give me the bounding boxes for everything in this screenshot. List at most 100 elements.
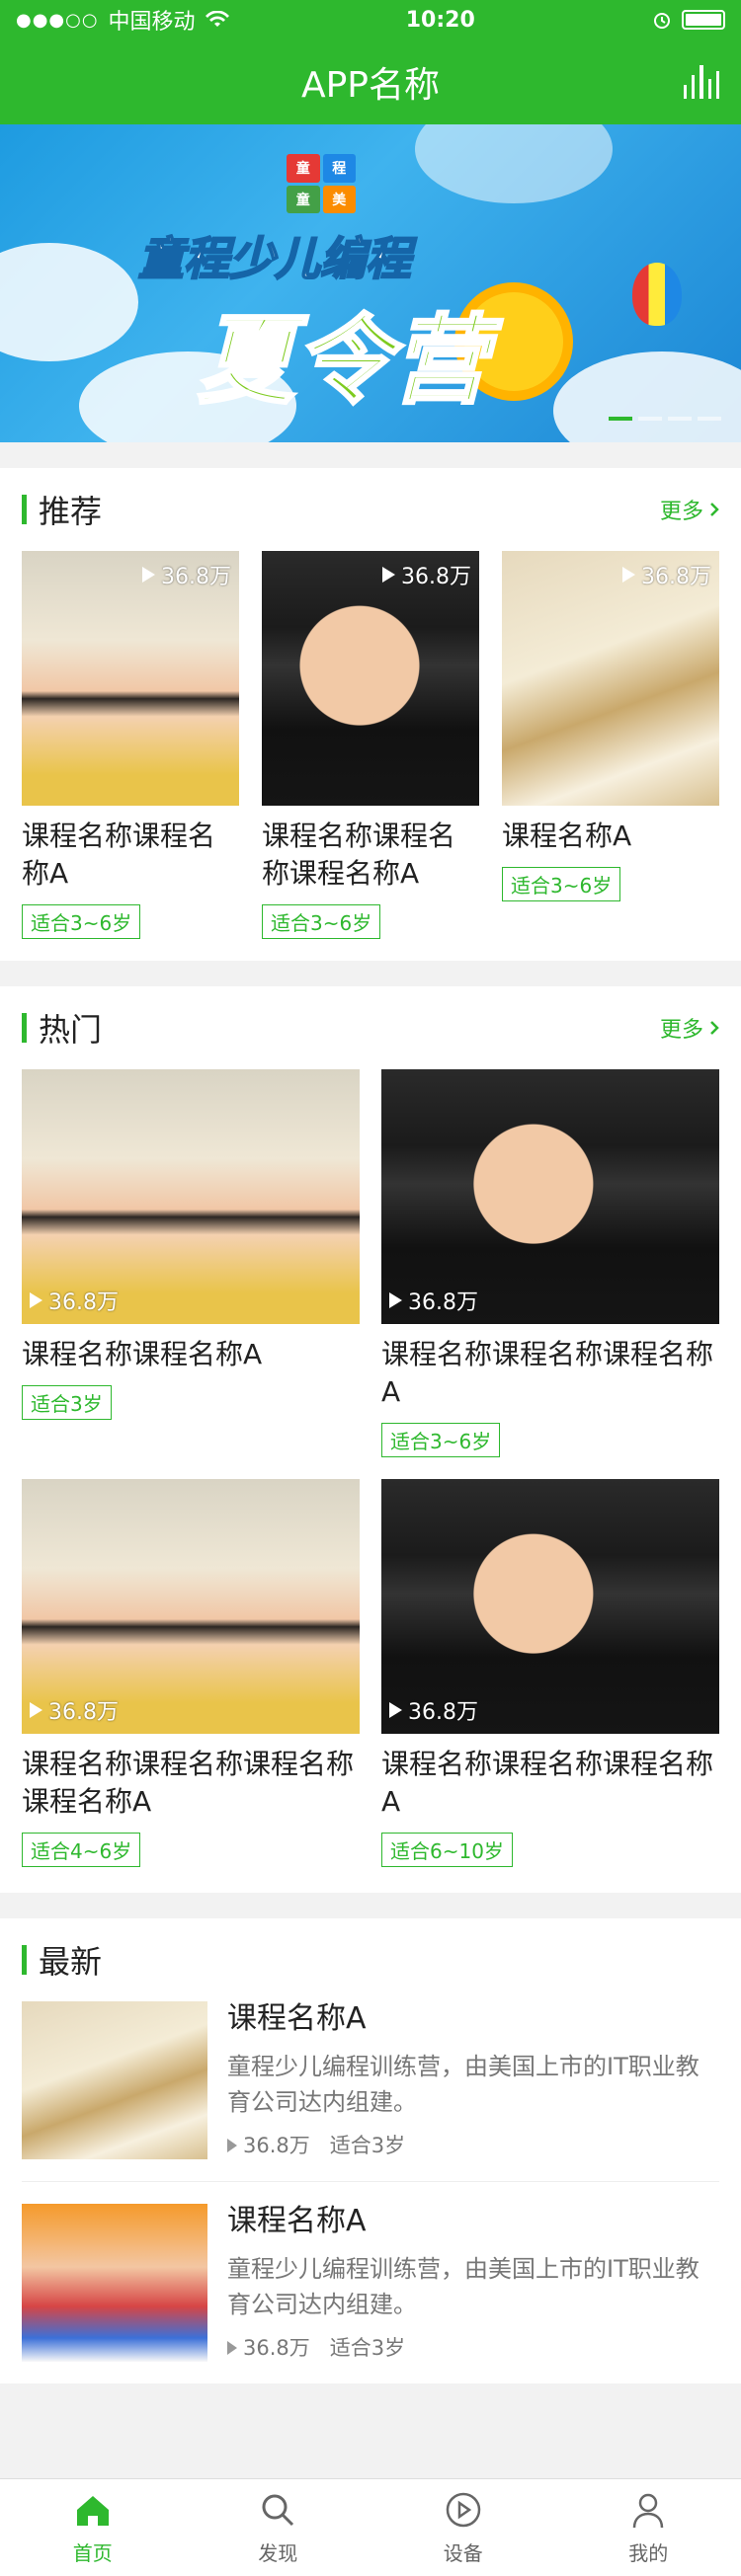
course-title: 课程名称课程名称A bbox=[22, 820, 216, 890]
section-title: 热门 bbox=[22, 1005, 102, 1051]
views-count: 36.8万 bbox=[161, 565, 231, 589]
course-image: 36.8万 bbox=[502, 551, 719, 806]
views-meta: 36.8万 bbox=[227, 2332, 310, 2362]
user-icon bbox=[633, 2493, 664, 2528]
age-tag: 适合4~6岁 bbox=[22, 1833, 141, 1867]
banner-carousel[interactable]: 童 程 童 美 童程少儿编程 夏令营 bbox=[0, 124, 741, 442]
tab-mine[interactable]: 我的 bbox=[556, 2479, 741, 2576]
views-count: 36.8万 bbox=[243, 2134, 310, 2157]
carrier-label: 中国移动 bbox=[108, 10, 196, 35]
play-icon bbox=[227, 2139, 237, 2152]
course-title: 课程名称课程名称课程名称A bbox=[262, 820, 456, 890]
carousel-dot[interactable] bbox=[668, 417, 692, 421]
course-card[interactable]: 36.8万 课程名称课程名称课程名称A 适合3~6岁 bbox=[381, 1069, 719, 1457]
views-badge: 36.8万 bbox=[142, 559, 231, 590]
play-icon bbox=[389, 1292, 402, 1308]
course-card[interactable]: 36.8万 课程名称课程名称课程名称A 适合3~6岁 bbox=[262, 551, 479, 939]
course-card[interactable]: 36.8万 课程名称A 适合3~6岁 bbox=[502, 551, 719, 939]
alarm-icon bbox=[653, 13, 670, 29]
views-badge: 36.8万 bbox=[382, 559, 471, 590]
course-image bbox=[22, 2001, 207, 2159]
section-header: 最新 bbox=[22, 1918, 719, 2001]
list-item[interactable]: 课程名称A 童程少儿编程训练营，由美国上市的IT职业教育公司达内组建。 36.8… bbox=[22, 2182, 719, 2383]
play-icon bbox=[227, 2341, 237, 2355]
course-image: 36.8万 bbox=[262, 551, 479, 806]
tab-discover[interactable]: 发现 bbox=[186, 2479, 371, 2576]
cloud-decoration bbox=[553, 351, 741, 442]
more-link[interactable]: 更多 bbox=[660, 1012, 719, 1044]
course-image: 36.8万 bbox=[22, 1069, 360, 1324]
recommend-section: 推荐 更多 36.8万 课程名称课程名称A 适合3~6岁 36.8万 课程名称课… bbox=[0, 468, 741, 961]
chevron-right-icon bbox=[710, 503, 719, 516]
views-badge: 36.8万 bbox=[30, 1694, 119, 1726]
play-icon bbox=[142, 567, 155, 583]
course-image: 36.8万 bbox=[22, 551, 239, 806]
list-item[interactable]: 课程名称A 童程少儿编程训练营，由美国上市的IT职业教育公司达内组建。 36.8… bbox=[22, 2001, 719, 2182]
stats-icon[interactable] bbox=[684, 65, 720, 99]
more-label: 更多 bbox=[659, 1018, 703, 1043]
carousel-dot[interactable] bbox=[609, 417, 632, 421]
carousel-dot[interactable] bbox=[698, 417, 721, 421]
logo-char: 美 bbox=[322, 185, 356, 213]
views-count: 36.8万 bbox=[48, 1700, 119, 1725]
banner-logo: 童 程 童 美 bbox=[287, 154, 356, 213]
battery-icon bbox=[681, 10, 725, 30]
nav-bar: APP名称 bbox=[0, 39, 741, 124]
views-badge: 36.8万 bbox=[389, 1694, 478, 1726]
wifi-icon bbox=[205, 11, 229, 27]
tab-home[interactable]: 首页 bbox=[0, 2479, 186, 2576]
views-count: 36.8万 bbox=[641, 565, 711, 589]
age-tag: 适合3~6岁 bbox=[262, 904, 381, 939]
more-label: 更多 bbox=[659, 500, 703, 524]
section-title: 推荐 bbox=[22, 487, 102, 532]
carousel-indicators bbox=[609, 417, 721, 421]
views-count: 36.8万 bbox=[408, 1700, 478, 1725]
tab-device[interactable]: 设备 bbox=[370, 2479, 556, 2576]
course-card[interactable]: 36.8万 课程名称课程名称A 适合3岁 bbox=[22, 1069, 360, 1457]
course-title: 课程名称课程名称课程名称A bbox=[381, 1338, 714, 1408]
latest-section: 最新 课程名称A 童程少儿编程训练营，由美国上市的IT职业教育公司达内组建。 3… bbox=[0, 1918, 741, 2383]
cloud-decoration bbox=[415, 124, 613, 203]
play-icon bbox=[30, 1292, 42, 1308]
course-description: 童程少儿编程训练营，由美国上市的IT职业教育公司达内组建。 bbox=[227, 2255, 700, 2318]
course-card[interactable]: 36.8万 课程名称课程名称课程名称课程名称A 适合4~6岁 bbox=[22, 1479, 360, 1867]
course-card[interactable]: 36.8万 课程名称课程名称A 适合3~6岁 bbox=[22, 551, 239, 939]
views-badge: 36.8万 bbox=[622, 559, 711, 590]
chevron-right-icon bbox=[710, 1021, 719, 1035]
age-tag: 适合6~10岁 bbox=[381, 1833, 513, 1867]
age-meta: 适合3岁 bbox=[329, 2336, 406, 2360]
play-circle-icon bbox=[446, 2492, 480, 2527]
more-link[interactable]: 更多 bbox=[660, 494, 719, 525]
course-meta: 36.8万 适合3岁 bbox=[227, 2332, 719, 2362]
carousel-dot[interactable] bbox=[638, 417, 662, 421]
play-icon bbox=[382, 567, 395, 583]
course-title: 课程名称A bbox=[227, 2204, 367, 2238]
views-count: 36.8万 bbox=[48, 1290, 119, 1315]
section-title: 最新 bbox=[22, 1937, 102, 1983]
section-header: 推荐 更多 bbox=[22, 468, 719, 551]
course-image: 36.8万 bbox=[381, 1479, 719, 1734]
home-icon bbox=[76, 2495, 109, 2526]
balloon-decoration bbox=[632, 263, 682, 326]
cloud-decoration bbox=[0, 243, 138, 361]
hot-grid: 36.8万 课程名称课程名称A 适合3岁 36.8万 课程名称课程名称课程名称A… bbox=[22, 1069, 719, 1889]
views-count: 36.8万 bbox=[243, 2336, 310, 2360]
tab-label: 发现 bbox=[258, 2540, 298, 2565]
age-tag: 适合3~6岁 bbox=[22, 904, 141, 939]
list-item-body: 课程名称A 童程少儿编程训练营，由美国上市的IT职业教育公司达内组建。 36.8… bbox=[227, 2001, 719, 2159]
age-tag: 适合3岁 bbox=[22, 1385, 112, 1420]
course-image: 36.8万 bbox=[22, 1479, 360, 1734]
course-title: 课程名称A bbox=[227, 2001, 367, 2036]
tab-bar: 首页 发现 设备 我的 bbox=[0, 2478, 741, 2576]
section-header: 热门 更多 bbox=[22, 986, 719, 1069]
views-badge: 36.8万 bbox=[30, 1285, 119, 1316]
tab-label: 首页 bbox=[72, 2540, 113, 2565]
course-image bbox=[22, 2204, 207, 2362]
course-title: 课程名称课程名称课程名称A bbox=[381, 1748, 714, 1818]
course-title: 课程名称A bbox=[502, 820, 632, 852]
logo-char: 程 bbox=[322, 154, 356, 183]
course-card[interactable]: 36.8万 课程名称课程名称课程名称A 适合6~10岁 bbox=[381, 1479, 719, 1867]
banner-title: 童程少儿编程 bbox=[137, 231, 412, 286]
signal-indicator: ●●●○○ bbox=[16, 9, 99, 31]
views-count: 36.8万 bbox=[408, 1290, 478, 1315]
